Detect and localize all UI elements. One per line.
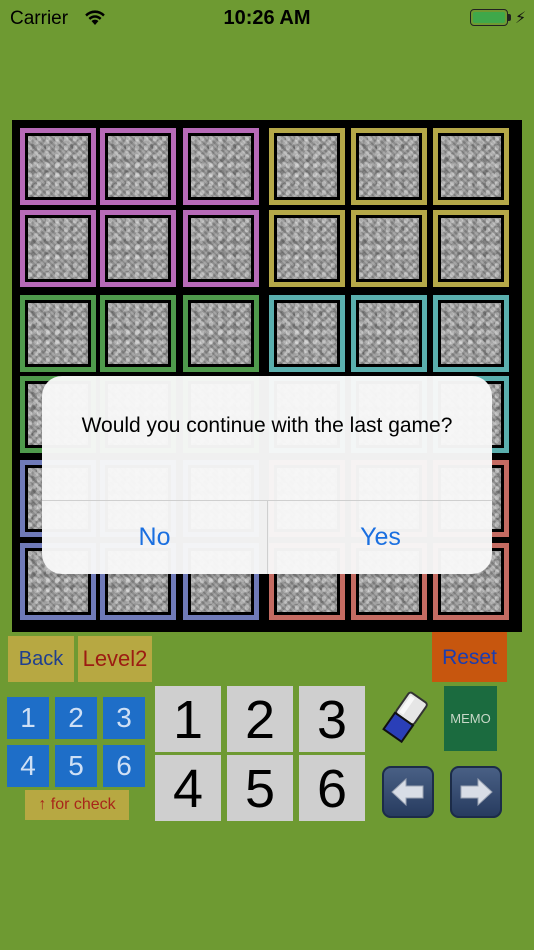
no-button[interactable]: No: [42, 501, 267, 574]
continue-game-dialog: Would you continue with the last game? N…: [42, 376, 492, 574]
dialog-message: Would you continue with the last game?: [81, 414, 453, 437]
yes-button[interactable]: Yes: [268, 501, 492, 574]
dialog-overlay: Would you continue with the last game? N…: [0, 0, 534, 950]
